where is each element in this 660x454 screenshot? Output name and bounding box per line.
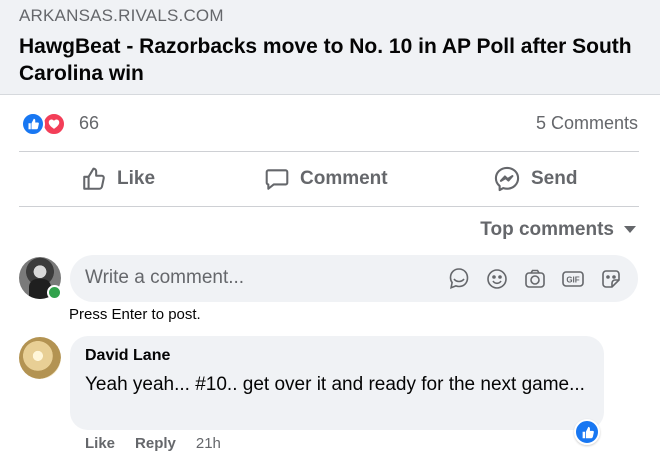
comment-bubble: David Lane Yeah yeah... #10.. get over i… bbox=[70, 336, 604, 430]
comment-reply-button[interactable]: Reply bbox=[135, 435, 176, 452]
comment-author[interactable]: David Lane bbox=[85, 347, 170, 365]
send-label: Send bbox=[531, 168, 578, 189]
comment-text: Yeah yeah... #10.. get over it and ready… bbox=[85, 374, 585, 395]
emoji-icon[interactable] bbox=[484, 266, 510, 292]
comments-count[interactable]: 5 Comments bbox=[536, 113, 638, 134]
reaction-icons[interactable] bbox=[21, 112, 71, 136]
link-title[interactable]: HawgBeat - Razorbacks move to No. 10 in … bbox=[19, 33, 639, 87]
divider bbox=[19, 206, 639, 207]
link-domain: ARKANSAS.RIVALS.COM bbox=[19, 6, 224, 25]
online-status-indicator bbox=[47, 285, 62, 300]
link-preview[interactable]: ARKANSAS.RIVALS.COM HawgBeat - Razorback… bbox=[0, 0, 660, 95]
comment-label: Comment bbox=[300, 168, 388, 189]
composer-tools: GIF bbox=[446, 266, 624, 292]
composer-hint: Press Enter to post. bbox=[69, 306, 201, 323]
comment-input[interactable]: Write a comment... bbox=[85, 267, 244, 289]
like-button[interactable]: Like bbox=[81, 152, 155, 206]
sticker-icon[interactable] bbox=[598, 266, 624, 292]
caret-down-icon bbox=[624, 226, 636, 233]
like-label: Like bbox=[117, 168, 156, 189]
comment-icon bbox=[265, 169, 289, 190]
svg-text:GIF: GIF bbox=[566, 276, 579, 285]
comment-composer[interactable]: Write a comment... GIF bbox=[70, 255, 638, 302]
commenter-avatar[interactable] bbox=[19, 337, 61, 379]
comment-timestamp[interactable]: 21h bbox=[196, 435, 221, 452]
avatar-sticker-icon[interactable] bbox=[446, 266, 472, 292]
camera-icon[interactable] bbox=[522, 266, 548, 292]
comment-actions: Like Reply 21h bbox=[85, 435, 221, 452]
love-reaction-icon bbox=[42, 112, 66, 136]
comment-like-reaction-icon[interactable] bbox=[574, 419, 600, 445]
gif-icon[interactable]: GIF bbox=[560, 266, 586, 292]
comment-like-button[interactable]: Like bbox=[85, 435, 115, 452]
messenger-icon bbox=[494, 166, 520, 192]
thumbs-up-icon bbox=[83, 167, 105, 190]
sort-label: Top comments bbox=[480, 219, 614, 240]
send-button[interactable]: Send bbox=[493, 152, 577, 206]
comment-button[interactable]: Comment bbox=[264, 152, 388, 206]
action-bar: Like Comment Send bbox=[19, 152, 639, 206]
reaction-count[interactable]: 66 bbox=[79, 113, 99, 134]
like-reaction-icon bbox=[21, 112, 45, 136]
comment-sort-dropdown[interactable]: Top comments bbox=[480, 219, 636, 241]
